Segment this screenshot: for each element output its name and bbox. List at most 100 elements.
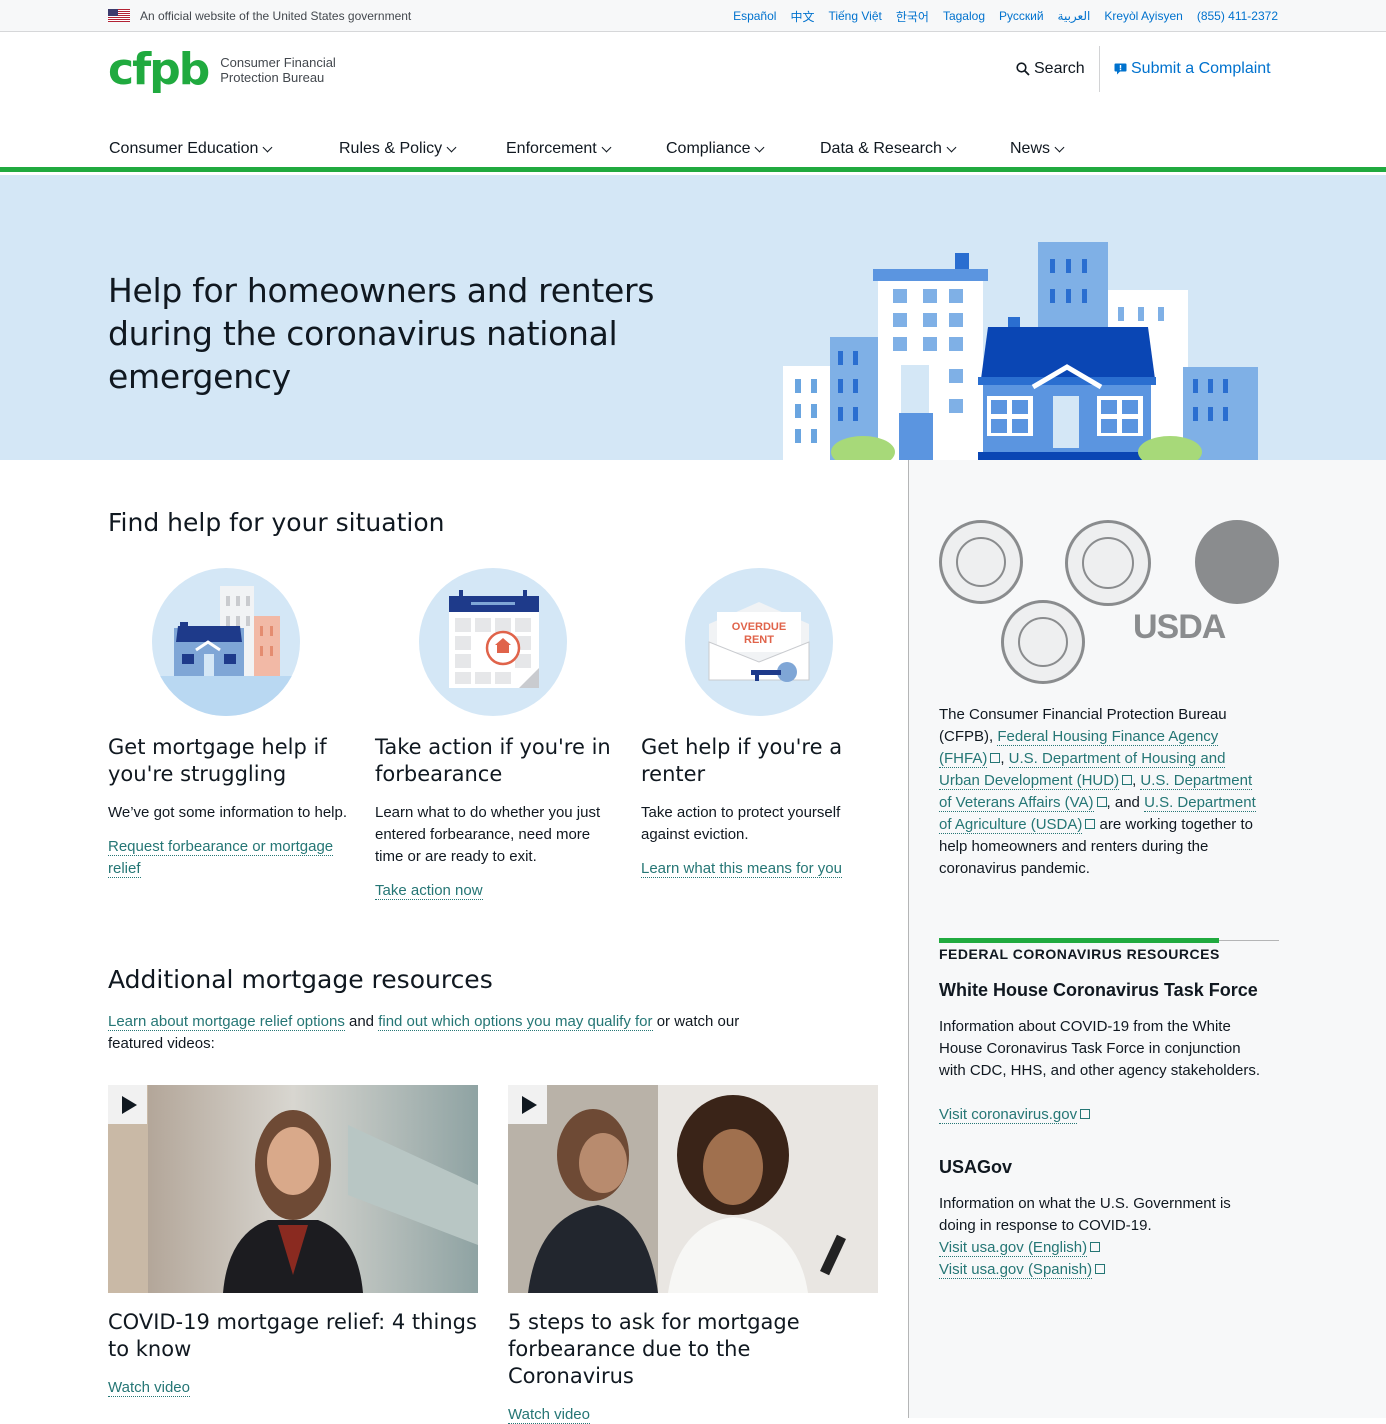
nav-enforcement[interactable]: Enforcement [506,135,612,163]
usa-gov-spanish-link[interactable]: Visit usa.gov (Spanish) [939,1261,1093,1279]
nav-news[interactable]: News [1010,135,1065,163]
main-nav: Consumer Education Rules & Policy Enforc… [0,124,1386,180]
sidebar: USDA The Consumer Financial Protection B… [908,460,1386,1418]
lang-link[interactable]: Español [733,9,776,23]
section-title: Find help for your situation [108,508,445,537]
usa-gov-english-link[interactable]: Visit usa.gov (English) [939,1239,1088,1257]
chevron-down-icon [1054,142,1065,152]
chevron-down-icon [946,142,957,152]
chevron-down-icon [601,142,612,152]
nav-label: Consumer Education [109,140,259,157]
mortgage-relief-options-link[interactable]: Learn about mortgage relief options [108,1013,345,1031]
logo-name-line-2: Protection Bureau [220,70,325,85]
watch-video-link[interactable]: Watch video [508,1406,590,1424]
overdue-text-2: RENT [744,634,774,646]
submit-complaint-link[interactable]: Submit a Complaint [1114,60,1271,78]
nav-label: News [1010,140,1051,157]
resource-text: Information on what the U.S. Government … [939,1195,1231,1234]
hero-banner: Help for homeowners and renters during t… [0,175,1386,460]
nav-label: Compliance [666,140,751,157]
chevron-down-icon [755,142,765,152]
hud-seal-icon [1065,520,1151,606]
request-forbearance-link[interactable]: Request forbearance or mortgage relief [108,838,334,878]
watch-video-link[interactable]: Watch video [108,1379,190,1397]
hero-title: Help for homeowners and renters during t… [108,271,655,396]
card-forbearance: Take action if you're in forbearance Lea… [375,568,615,902]
lang-link[interactable]: Русский [999,9,1044,23]
chevron-down-icon [446,142,457,152]
agency-seals: USDA [939,520,1279,684]
card-title: Take action if you're in forbearance [375,735,611,786]
logo-name-line-1: Consumer Financial [220,55,336,70]
qualify-options-link[interactable]: find out which options you may qualify f… [378,1013,653,1031]
resources-divider [939,938,1279,943]
external-link-icon [1122,775,1133,785]
lang-link[interactable]: Tiếng Việt [828,9,881,23]
nav-compliance[interactable]: Compliance [666,135,765,163]
overdue-rent-envelope-icon: OVERDUE RENT [685,568,833,716]
external-link-icon [1096,797,1107,807]
complaint-icon [1114,63,1127,75]
comma-text: , [1000,750,1009,767]
card-text: We’ve got some information to help. [108,804,348,821]
play-icon[interactable] [108,1085,147,1124]
nav-rules-policy[interactable]: Rules & Policy [339,135,457,163]
header-divider [1099,46,1100,92]
resource-link-row: Visit usa.gov (English) [939,1237,1269,1259]
lang-link[interactable]: Kreyòl Ayisyen [1104,9,1183,23]
chevron-down-icon [262,142,273,152]
video-thumbnail[interactable] [508,1085,878,1293]
take-action-link[interactable]: Take action now [375,882,483,900]
resources-heading: FEDERAL CORONAVIRUS RESOURCES [939,946,1220,962]
coronavirus-gov-link[interactable]: Visit coronavirus.gov [939,1106,1078,1124]
video-card: COVID-19 mortgage relief: 4 things to kn… [108,1085,478,1397]
site-header: cfpb Consumer Financial Protection Burea… [0,32,1386,124]
language-links: Español 中文 Tiếng Việt 한국어 Tagalog Русски… [733,0,1278,32]
logo-mark: cfpb [108,44,210,95]
houses-icon [152,568,300,716]
additional-resources-title: Additional mortgage resources [108,965,493,994]
calendar-icon [419,568,567,716]
play-icon[interactable] [508,1085,547,1124]
va-seal-icon [1001,600,1085,684]
card-mortgage-help: Get mortgage help if you're struggling W… [108,568,348,880]
learn-more-renter-link[interactable]: Learn what this means for you [641,860,842,878]
lang-link[interactable]: العربية [1058,9,1091,23]
phone-link[interactable]: (855) 411-2372 [1197,9,1278,23]
resource-link-row: Visit usa.gov (Spanish) [939,1259,1269,1281]
cfpb-logo[interactable]: cfpb Consumer Financial Protection Burea… [108,48,336,92]
resource-link-row: Visit coronavirus.gov [939,1104,1269,1126]
overdue-text-1: OVERDUE [732,621,786,633]
external-link-icon [1090,1242,1101,1252]
resource-title: White House Coronavirus Task Force [939,980,1258,1000]
gov-banner-text: An official website of the United States… [140,8,412,23]
search-label: Search [1034,60,1085,77]
complaint-label: Submit a Complaint [1131,60,1271,77]
card-text: Take action to protect yourself against … [641,804,841,843]
main-content: Find help for your situation Get mortgag… [0,460,908,1424]
additional-resources-text: Learn about mortgage relief options and … [108,1011,748,1055]
card-text: Learn what to do whether you just entere… [375,804,601,865]
card-title: Get help if you're a renter [641,735,843,786]
video-title: 5 steps to ask for mortgage forbearance … [508,1310,800,1388]
cfpb-seal-icon [939,520,1023,604]
fhfa-seal-icon [1195,520,1279,604]
lang-link[interactable]: 한국어 [896,8,929,25]
video-thumbnail[interactable] [108,1085,478,1293]
and-text: and [344,1013,379,1030]
video-title: COVID-19 mortgage relief: 4 things to kn… [108,1310,477,1361]
card-title: Get mortgage help if you're struggling [108,735,327,786]
us-flag-icon [108,9,130,22]
nav-consumer-education[interactable]: Consumer Education [93,135,287,180]
and-text: , and [1106,794,1145,811]
lang-link[interactable]: Tagalog [943,9,985,23]
lang-link[interactable]: 中文 [790,8,814,25]
nav-label: Data & Research [820,140,942,157]
logo-name: Consumer Financial Protection Bureau [220,55,336,85]
external-link-icon [1085,819,1096,829]
nav-data-research[interactable]: Data & Research [820,135,957,163]
search-button[interactable]: Search [1016,60,1085,78]
nav-label: Rules & Policy [339,140,443,157]
external-link-icon [990,753,1001,763]
gov-banner: An official website of the United States… [0,0,1386,32]
